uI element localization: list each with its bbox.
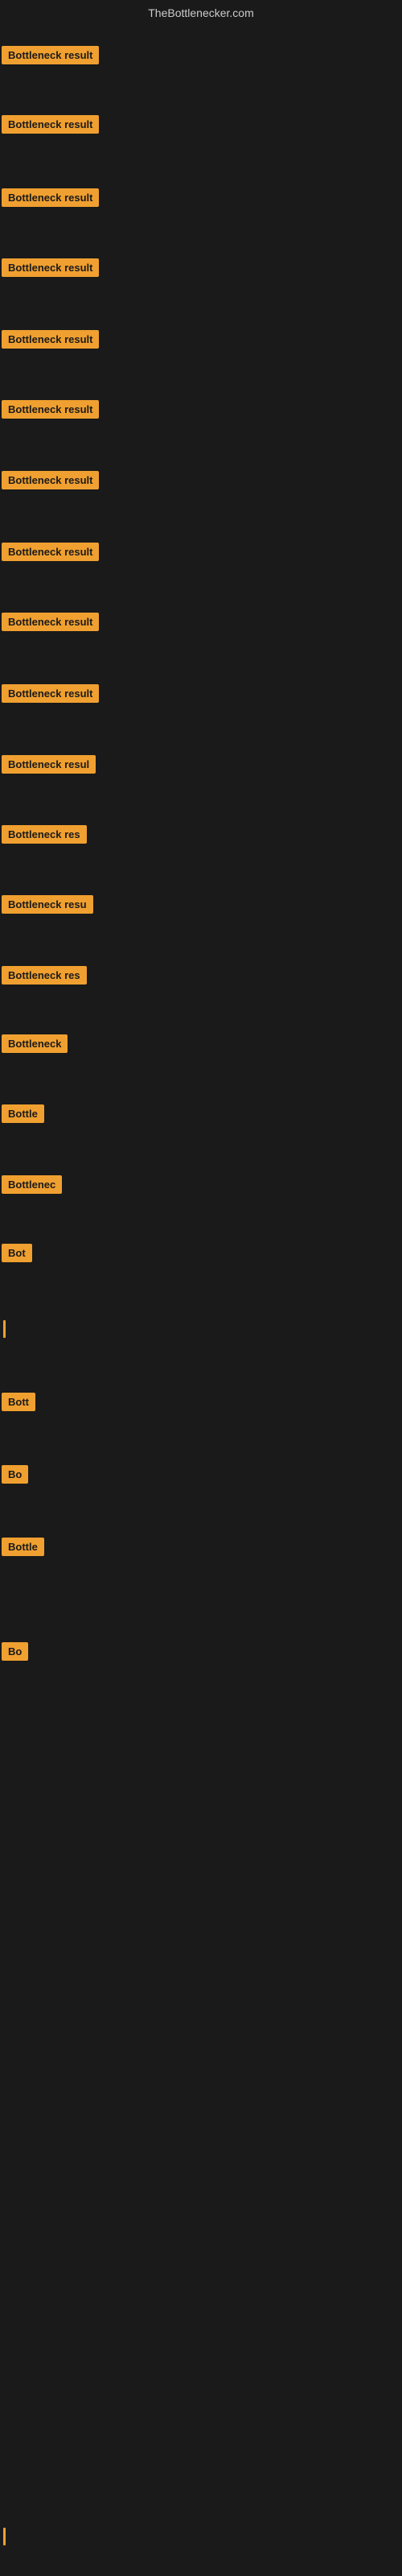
bottleneck-badge-21[interactable]: Bo [2, 1465, 28, 1484]
bottleneck-badge-15[interactable]: Bottleneck [2, 1034, 68, 1053]
bottleneck-badge-16[interactable]: Bottle [2, 1104, 44, 1123]
bottleneck-badge-12[interactable]: Bottleneck res [2, 825, 87, 844]
badge-container-21: Bo [2, 1465, 28, 1488]
badge-container-13: Bottleneck resu [2, 895, 93, 918]
bottleneck-badge-5[interactable]: Bottleneck result [2, 330, 99, 349]
badge-container-8: Bottleneck result [2, 543, 99, 565]
badge-container-9: Bottleneck result [2, 613, 99, 635]
bottleneck-badge-9[interactable]: Bottleneck result [2, 613, 99, 631]
badge-container-6: Bottleneck result [2, 400, 99, 423]
bottleneck-badge-17[interactable]: Bottlenec [2, 1175, 62, 1194]
bottleneck-line-19 [3, 1320, 6, 1338]
badge-container-2: Bottleneck result [2, 115, 99, 138]
bottleneck-badge-13[interactable]: Bottleneck resu [2, 895, 93, 914]
bottleneck-badge-4[interactable]: Bottleneck result [2, 258, 99, 277]
bottleneck-badge-22[interactable]: Bottle [2, 1538, 44, 1556]
bottleneck-badge-1[interactable]: Bottleneck result [2, 46, 99, 64]
bottleneck-badge-8[interactable]: Bottleneck result [2, 543, 99, 561]
badge-container-18: Bot [2, 1244, 32, 1266]
badge-container-11: Bottleneck resul [2, 755, 96, 778]
badge-container-22: Bottle [2, 1538, 44, 1560]
badge-container-17: Bottlenec [2, 1175, 62, 1198]
bottleneck-badge-2[interactable]: Bottleneck result [2, 115, 99, 134]
site-title: TheBottlenecker.com [0, 0, 402, 26]
bottleneck-badge-6[interactable]: Bottleneck result [2, 400, 99, 419]
bottleneck-badge-11[interactable]: Bottleneck resul [2, 755, 96, 774]
badge-container-5: Bottleneck result [2, 330, 99, 353]
bottleneck-line-24 [3, 2528, 6, 2545]
badge-container-7: Bottleneck result [2, 471, 99, 493]
bottleneck-badge-23[interactable]: Bo [2, 1642, 28, 1661]
bottleneck-badge-10[interactable]: Bottleneck result [2, 684, 99, 703]
badge-container-16: Bottle [2, 1104, 44, 1127]
bottleneck-badge-3[interactable]: Bottleneck result [2, 188, 99, 207]
badge-container-15: Bottleneck [2, 1034, 68, 1057]
badge-container-3: Bottleneck result [2, 188, 99, 211]
badge-container-12: Bottleneck res [2, 825, 87, 848]
bottleneck-badge-20[interactable]: Bott [2, 1393, 35, 1411]
badge-container-14: Bottleneck res [2, 966, 87, 989]
badge-container-10: Bottleneck result [2, 684, 99, 707]
bottleneck-badge-7[interactable]: Bottleneck result [2, 471, 99, 489]
badge-container-4: Bottleneck result [2, 258, 99, 281]
bottleneck-badge-14[interactable]: Bottleneck res [2, 966, 87, 985]
bottleneck-badge-18[interactable]: Bot [2, 1244, 32, 1262]
badge-container-1: Bottleneck result [2, 46, 99, 68]
badge-container-20: Bott [2, 1393, 35, 1415]
badge-container-23: Bo [2, 1642, 28, 1665]
